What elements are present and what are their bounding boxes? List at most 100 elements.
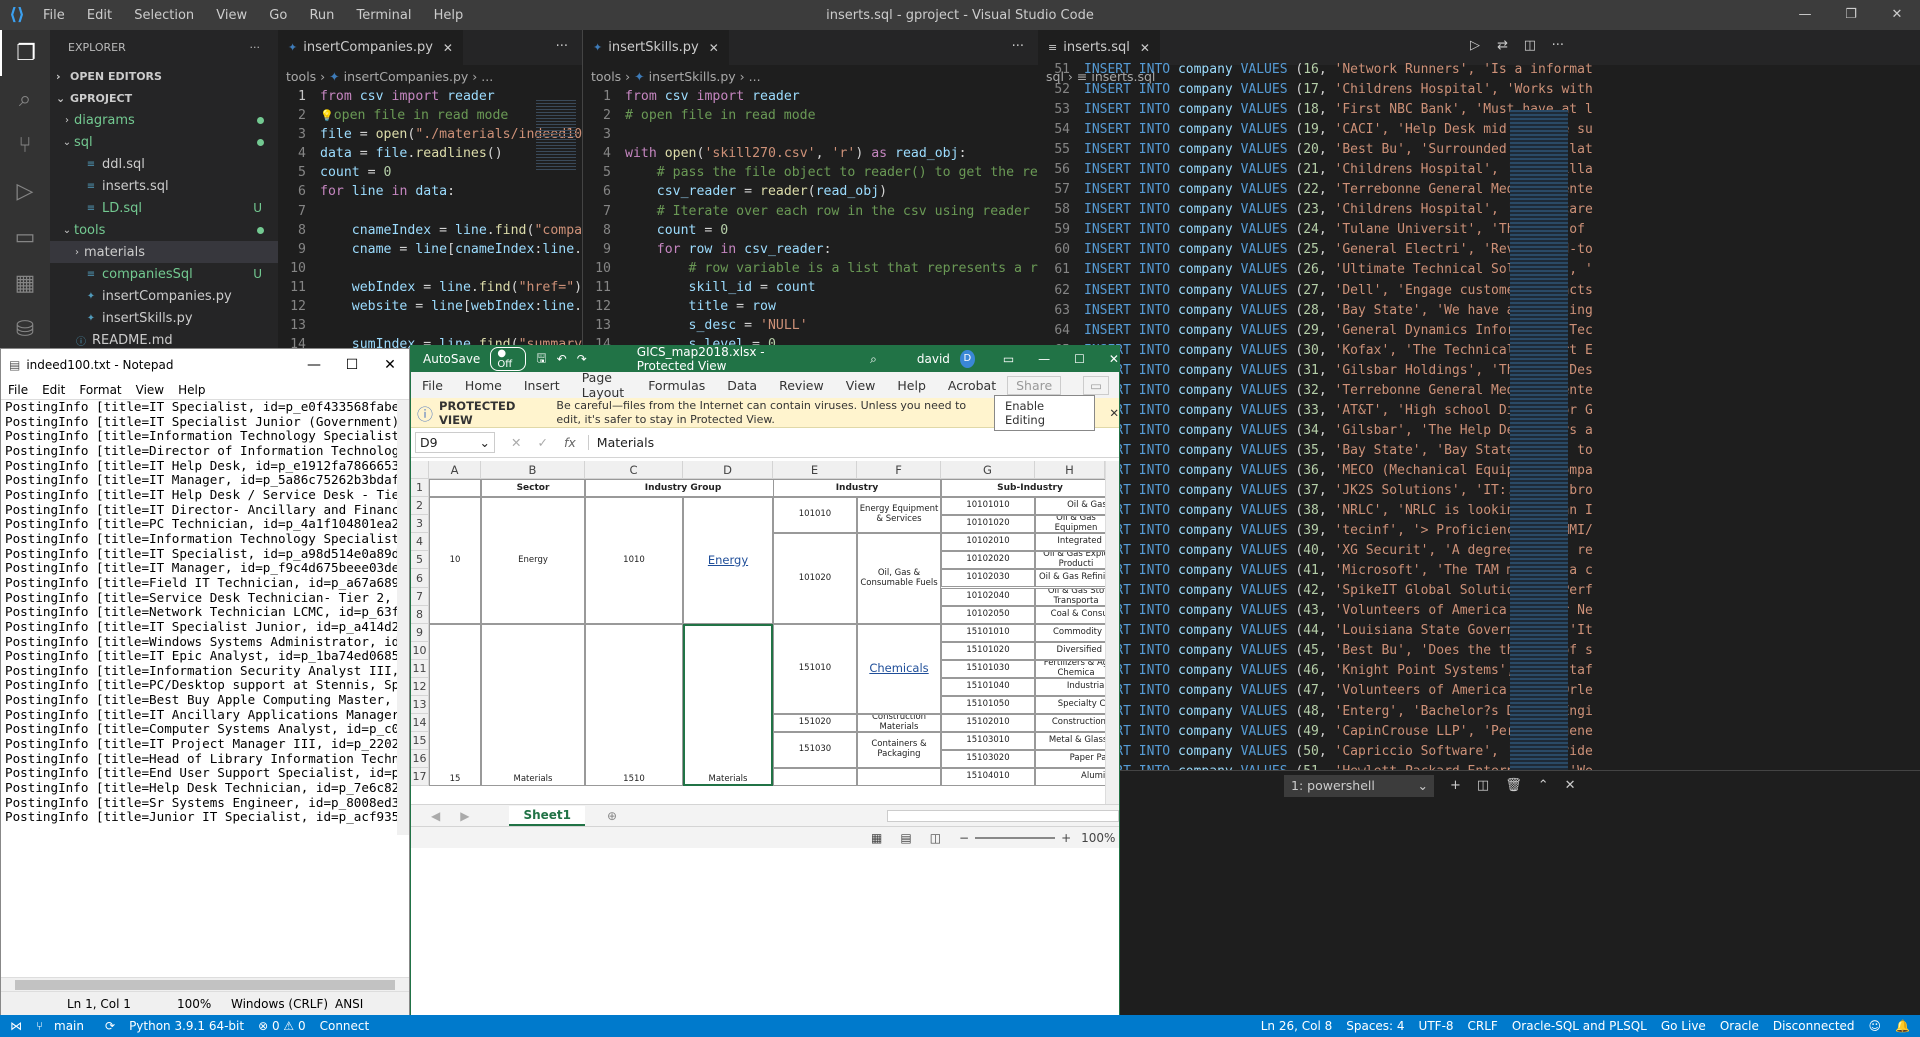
cell[interactable]: 151030 xyxy=(773,732,857,768)
comments-icon[interactable]: ▭ xyxy=(1083,375,1109,395)
cell[interactable]: 15101040 xyxy=(941,678,1035,696)
cancel-icon[interactable]: ✕ xyxy=(511,435,521,450)
row-header[interactable]: 17 xyxy=(411,768,429,786)
minimize-icon[interactable]: — xyxy=(1038,352,1050,366)
name-box[interactable]: D9 ⌄ xyxy=(415,432,495,453)
minimize-icon[interactable]: — xyxy=(1782,0,1828,30)
row-header[interactable]: 10 xyxy=(411,642,429,660)
close-icon[interactable]: ✕ xyxy=(371,357,409,373)
autosave-toggle[interactable]: ● Off xyxy=(490,347,527,371)
cell[interactable]: Oil, Gas & Consumable Fuels xyxy=(857,533,941,624)
cell[interactable]: 10101020 xyxy=(941,515,1035,533)
notepad-text-area[interactable]: PostingInfo [title=IT Specialist, id=p_e… xyxy=(1,399,409,835)
row-header[interactable]: 5 xyxy=(411,551,429,569)
more-actions-icon[interactable]: ··· xyxy=(250,41,261,54)
zoom-in-icon[interactable]: + xyxy=(1061,831,1071,845)
cell[interactable]: 15103010 xyxy=(941,732,1035,750)
menu-edit[interactable]: Edit xyxy=(42,383,65,397)
project-section[interactable]: ⌄ GPROJECT xyxy=(50,87,278,109)
tree-item[interactable]: › diagrams xyxy=(50,109,278,131)
oracle-indicator[interactable]: Oracle xyxy=(1720,1019,1759,1033)
menu-help[interactable]: Help xyxy=(178,383,205,397)
vertical-scrollbar[interactable] xyxy=(1105,461,1119,804)
avatar[interactable]: D xyxy=(959,350,975,368)
cell[interactable]: Energy xyxy=(481,497,585,624)
ribbon-formulas[interactable]: Formulas xyxy=(648,378,705,393)
zoom-slider[interactable] xyxy=(975,836,1056,839)
column-header[interactable]: B xyxy=(481,461,585,479)
tree-item[interactable]: ≡ companiesSql U xyxy=(50,263,278,285)
lightbulb-icon[interactable]: 💡 xyxy=(320,109,334,122)
menu-file[interactable]: File xyxy=(8,383,28,397)
menu-view[interactable]: View xyxy=(136,383,164,397)
save-icon[interactable]: 🖫 xyxy=(536,349,546,370)
menu-selection[interactable]: Selection xyxy=(134,8,194,23)
row-header[interactable]: 16 xyxy=(411,750,429,768)
column-header[interactable]: C xyxy=(585,461,683,479)
close-icon[interactable]: ✕ xyxy=(1874,0,1920,30)
source-control-icon[interactable]: ⑂ xyxy=(0,122,50,168)
header-cell[interactable] xyxy=(429,479,481,497)
next-sheet-icon[interactable]: ▶ xyxy=(460,809,469,823)
menu-terminal[interactable]: Terminal xyxy=(357,8,412,23)
menu-format[interactable]: Format xyxy=(79,383,121,397)
indentation[interactable]: Spaces: 4 xyxy=(1346,1019,1404,1033)
cell[interactable] xyxy=(773,768,857,786)
tree-item[interactable]: ≡ LD.sql U xyxy=(50,197,278,219)
prev-sheet-icon[interactable]: ◀ xyxy=(431,809,440,823)
remote-explorer-icon[interactable]: ▭ xyxy=(0,214,50,260)
connection-status[interactable]: Disconnected xyxy=(1773,1019,1855,1033)
cell[interactable]: 101020 xyxy=(773,533,857,624)
tab-insertcompanies[interactable]: ✦ insertCompanies.py ✕ xyxy=(278,30,463,65)
formula-input[interactable]: Materials xyxy=(587,435,1119,450)
normal-view-icon[interactable]: ▦ xyxy=(871,831,882,845)
tree-item[interactable]: ≡ inserts.sql xyxy=(50,175,278,197)
close-tab-icon[interactable]: ✕ xyxy=(1140,41,1150,55)
row-header[interactable]: 12 xyxy=(411,678,429,696)
trash-icon[interactable]: 🗑 xyxy=(1505,778,1522,793)
row-header[interactable]: 2 xyxy=(411,497,429,515)
row-header[interactable]: 6 xyxy=(411,569,429,588)
branch-indicator[interactable]: ⑂ main xyxy=(36,1019,91,1033)
close-tab-icon[interactable]: ✕ xyxy=(709,41,719,55)
cell[interactable]: 1510 xyxy=(585,624,683,786)
tree-item[interactable]: ≡ ddl.sql xyxy=(50,153,278,175)
menu-file[interactable]: File xyxy=(43,8,65,23)
menu-go[interactable]: Go xyxy=(269,8,287,23)
split-terminal-icon[interactable]: ◫ xyxy=(1477,778,1489,793)
language-mode[interactable]: Oracle-SQL and PLSQL xyxy=(1512,1019,1647,1033)
close-icon[interactable]: ✕ xyxy=(1109,406,1119,420)
cell[interactable]: 15103020 xyxy=(941,750,1035,768)
more-actions-icon[interactable]: ··· xyxy=(1012,39,1024,54)
cell[interactable]: 10 xyxy=(429,497,481,624)
ribbon-help[interactable]: Help xyxy=(897,378,926,393)
ribbon-data[interactable]: Data xyxy=(727,378,757,393)
ribbon-review[interactable]: Review xyxy=(779,378,824,393)
cell[interactable]: 15 xyxy=(429,624,481,786)
row-header[interactable]: 9 xyxy=(411,624,429,642)
cell[interactable]: Materials xyxy=(481,624,585,786)
maximize-icon[interactable]: ☐ xyxy=(1074,352,1085,366)
header-cell[interactable]: Industry xyxy=(773,479,941,497)
sync-icon[interactable]: ⟳ xyxy=(105,1019,115,1033)
cell[interactable]: 15101010 xyxy=(941,624,1035,642)
new-terminal-icon[interactable]: + xyxy=(1450,778,1461,793)
add-sheet-icon[interactable]: ⊕ xyxy=(607,809,617,823)
function-icon[interactable]: fx xyxy=(564,435,576,450)
tree-item[interactable]: ⌄ tools xyxy=(50,219,278,241)
cell[interactable]: 10102020 xyxy=(941,551,1035,569)
undo-icon[interactable]: ↶ xyxy=(557,352,567,366)
redo-icon[interactable]: ↷ xyxy=(577,352,587,366)
minimize-icon[interactable]: — xyxy=(295,357,333,373)
cell[interactable]: 10101010 xyxy=(941,497,1035,515)
extensions-icon[interactable]: ▦ xyxy=(0,260,50,306)
ribbon-acrobat[interactable]: Acrobat xyxy=(948,378,996,393)
notifications-icon[interactable]: 🔔 xyxy=(1895,1019,1910,1033)
tree-item[interactable]: ✦ insertCompanies.py xyxy=(50,285,278,307)
minimap[interactable] xyxy=(536,100,576,170)
terminal-select[interactable]: 1: powershell ⌄ xyxy=(1284,774,1434,797)
maximize-icon[interactable]: ☐ xyxy=(333,357,371,373)
close-panel-icon[interactable]: ✕ xyxy=(1565,778,1576,793)
cell[interactable]: 1010 xyxy=(585,497,683,624)
cell[interactable]: 10102040 xyxy=(941,588,1035,606)
